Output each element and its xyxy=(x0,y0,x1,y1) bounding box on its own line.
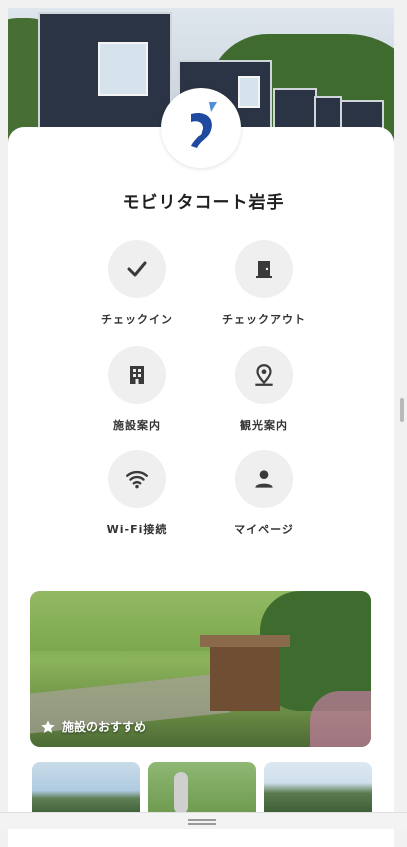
landscape-thumbnail[interactable] xyxy=(32,762,140,814)
facility-name: モビリタコート岩手 xyxy=(122,193,285,213)
bottom-drawer-handle[interactable] xyxy=(0,812,407,829)
map-pin-icon xyxy=(235,346,293,404)
checkin-button[interactable]: チェックイン xyxy=(77,240,197,327)
logo-mark-icon xyxy=(191,102,217,148)
scrollbar-handle[interactable] xyxy=(400,398,404,422)
wifi-icon xyxy=(108,450,166,508)
sightseeing-guide-button[interactable]: 観光案内 xyxy=(204,346,324,433)
grip-icon xyxy=(188,819,216,821)
person-icon xyxy=(235,450,293,508)
door-icon xyxy=(235,240,293,298)
checkin-label: チェックイン xyxy=(101,313,173,326)
sightseeing-guide-label: 観光案内 xyxy=(240,419,288,432)
recommendation-caption-text: 施設のおすすめ xyxy=(62,720,147,734)
recommendation-caption: 施設のおすすめ xyxy=(40,718,146,735)
rabbit-statue-thumbnail[interactable] xyxy=(148,762,256,814)
facility-logo xyxy=(161,88,241,168)
mypage-button[interactable]: マイページ xyxy=(204,450,324,537)
mountain-thumbnail[interactable] xyxy=(264,762,372,814)
check-icon xyxy=(108,240,166,298)
facility-guide-label: 施設案内 xyxy=(113,419,161,432)
wifi-label: Wi-Fi接続 xyxy=(106,523,168,536)
star-icon xyxy=(41,719,55,733)
checkout-label: チェックアウト xyxy=(222,313,306,326)
recommendation-card[interactable]: 施設のおすすめ xyxy=(30,591,371,747)
facility-guide-button[interactable]: 施設案内 xyxy=(77,346,197,433)
checkout-button[interactable]: チェックアウト xyxy=(204,240,324,327)
mypage-label: マイページ xyxy=(234,523,294,536)
building-icon xyxy=(108,346,166,404)
wifi-button[interactable]: Wi-Fi接続 xyxy=(77,450,197,537)
